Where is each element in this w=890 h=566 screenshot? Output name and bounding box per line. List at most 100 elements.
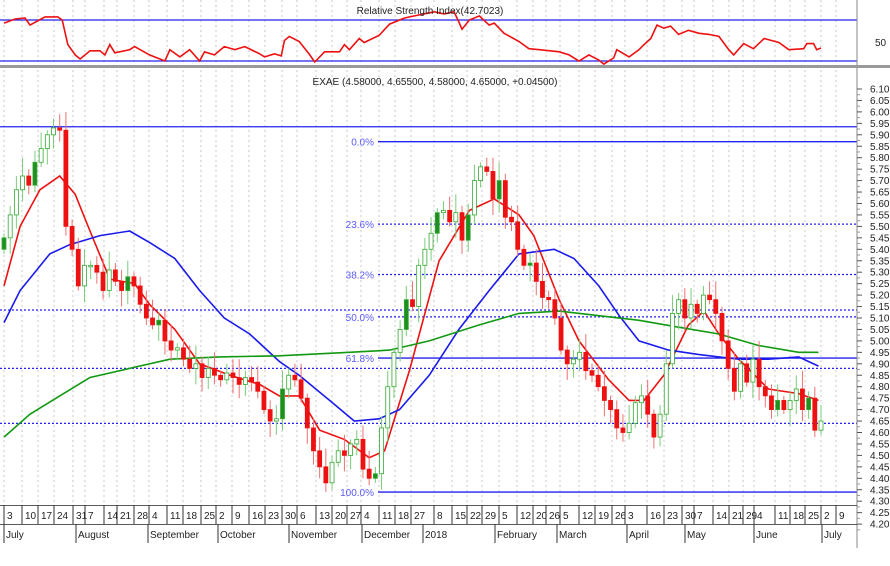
date-tick-label: 23 — [667, 511, 679, 522]
candle-body — [441, 209, 446, 214]
date-tick-label: 25 — [808, 511, 820, 522]
date-tick-label: 18 — [186, 511, 198, 522]
candle-body — [137, 285, 143, 305]
date-tick-label: 16 — [650, 511, 662, 522]
candle-body — [490, 171, 496, 200]
candle-body — [540, 280, 545, 298]
candle-body — [236, 377, 242, 385]
price-tick-label: 5.80 — [870, 153, 890, 164]
candle-body — [391, 351, 397, 388]
candle-body — [515, 221, 521, 250]
candle-body — [230, 372, 236, 378]
candle-body — [558, 317, 564, 351]
candle-body — [651, 413, 657, 438]
candle-body — [13, 189, 19, 216]
candle-body — [51, 127, 56, 136]
stock-chart: Relative Strength Index(42.7023) 50 0.0%… — [0, 0, 890, 566]
price-tick-label: 4.90 — [870, 359, 890, 370]
candle-body — [63, 129, 69, 227]
date-tick-label: 18 — [398, 511, 410, 522]
candle-body — [527, 262, 533, 266]
candle-body — [682, 299, 688, 319]
candle-body — [521, 248, 527, 266]
candle-body — [267, 409, 273, 422]
date-tick-label: 27 — [414, 511, 426, 522]
month-label: November — [291, 530, 338, 541]
date-tick-label: 7 — [88, 511, 94, 522]
date-tick-label: 12 — [520, 511, 532, 522]
candle-body — [286, 374, 292, 390]
candle-body — [131, 276, 137, 287]
date-tick-label: 2 — [219, 511, 225, 522]
candle-body — [564, 349, 570, 365]
candle-body — [100, 271, 106, 291]
date-tick-label: 18 — [793, 511, 805, 522]
candle-body — [335, 450, 341, 463]
date-tick-label: 20 — [335, 511, 347, 522]
price-tick-label: 5.00 — [870, 336, 890, 347]
date-tick-label: 15 — [455, 511, 467, 522]
candle-body — [162, 319, 168, 342]
price-tick-label: 4.25 — [870, 508, 890, 519]
candle-body — [769, 395, 774, 410]
price-tick-label: 4.80 — [870, 382, 890, 393]
month-label: September — [150, 530, 200, 541]
date-tick-label: 11 — [170, 511, 181, 522]
month-label: August — [78, 530, 109, 541]
price-tick-label: 4.50 — [870, 451, 890, 462]
date-tick-label: 26 — [549, 511, 561, 522]
month-label: 2018 — [425, 530, 448, 541]
candle-body — [670, 313, 675, 365]
fib-level-label: 38.2% — [346, 270, 374, 281]
candle — [63, 111, 69, 236]
price-tick-label: 4.85 — [870, 371, 890, 382]
candle-body — [57, 127, 63, 131]
price-tick-label: 5.30 — [870, 268, 890, 279]
candle-body — [546, 296, 552, 301]
date-tick-label: 2 — [824, 511, 830, 522]
candle-body — [595, 374, 601, 388]
candle-body — [694, 303, 700, 314]
candle-body — [199, 363, 205, 378]
candle-body — [38, 148, 44, 163]
candle-body — [354, 438, 360, 445]
candle-body — [143, 303, 149, 319]
date-tick-label: 21 — [732, 511, 744, 522]
candle-body — [7, 214, 13, 239]
date-tick-label: 11 — [382, 511, 393, 522]
month-label: May — [687, 530, 706, 541]
candle-body — [608, 400, 613, 411]
candle-body — [342, 450, 347, 456]
price-tick-label: 5.40 — [870, 245, 890, 256]
date-tick-label: 11 — [778, 511, 789, 522]
date-tick-label: 30 — [285, 511, 297, 522]
candle-body — [181, 347, 186, 360]
candle-body — [273, 418, 279, 422]
rsi-tick-label: 50 — [875, 38, 887, 49]
candle-body — [471, 180, 477, 216]
candle-body — [793, 388, 799, 401]
candle-body — [645, 395, 651, 415]
price-tick-label: 5.25 — [870, 279, 890, 290]
candle-body — [533, 262, 539, 282]
date-tick-label: 5 — [563, 511, 569, 522]
month-label: July — [824, 530, 842, 541]
date-tick-label: 9 — [839, 511, 845, 522]
fib-level-label: 23.6% — [346, 220, 374, 231]
candle-body — [663, 363, 669, 415]
candle-body — [212, 367, 217, 376]
price-tick-label: 5.60 — [870, 199, 890, 210]
candle-body — [329, 461, 335, 484]
candle-body — [249, 377, 254, 383]
candle-body — [422, 248, 428, 266]
price-tick-label: 6.10 — [870, 85, 890, 96]
price-tick-label: 4.65 — [870, 417, 890, 428]
candle-body — [731, 367, 737, 392]
candle-body — [242, 377, 248, 385]
candle-body — [552, 299, 558, 319]
candle-body — [323, 466, 329, 484]
candle-body — [94, 264, 100, 273]
price-tick-label: 5.45 — [870, 233, 890, 244]
date-tick-label: 21 — [120, 511, 132, 522]
candle-body — [719, 313, 725, 342]
